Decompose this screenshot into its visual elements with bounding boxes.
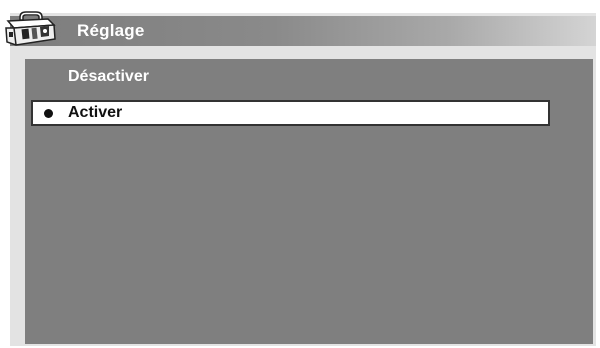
option-desactiver[interactable]: Désactiver [31,64,550,90]
toolbox-icon [2,9,58,49]
page-title: Réglage [77,21,145,40]
option-label: Désactiver [68,68,149,85]
option-label: Activer [68,104,123,121]
selected-bullet-icon [44,109,53,118]
option-activer[interactable]: Activer [31,100,550,126]
